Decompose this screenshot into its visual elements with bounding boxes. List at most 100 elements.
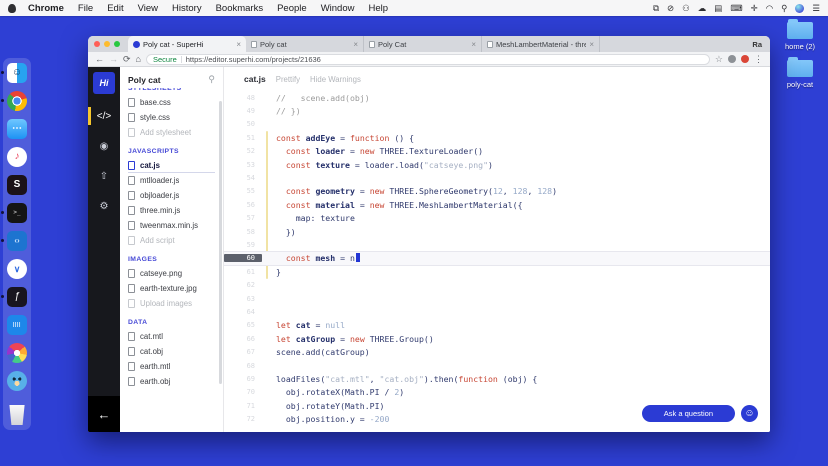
minimize-window-button[interactable] (104, 41, 110, 47)
preview-eye-icon[interactable]: ◉ (88, 132, 120, 160)
code-line[interactable]: 63 (224, 292, 770, 305)
code-line[interactable]: 54 (224, 171, 770, 184)
add-file-item-add-stylesheet[interactable]: Add stylesheet (128, 125, 215, 140)
code-editor[interactable]: 48// scene.add(obj) 49// }) 50 51 const addE… (224, 91, 770, 432)
apple-menu-icon[interactable] (8, 3, 16, 13)
notification-center-icon[interactable]: ☰ (812, 3, 820, 14)
file-item-cat-js[interactable]: cat.js (128, 158, 215, 173)
secure-badge[interactable]: Secure (153, 55, 177, 64)
menu-item-bookmarks[interactable]: Bookmarks (209, 3, 271, 14)
desktop-icon-home-2[interactable]: home (2) (785, 19, 815, 51)
menu-item-window[interactable]: Window (314, 3, 362, 14)
vscode-dock-icon[interactable]: ‹› (1, 231, 27, 251)
siri-icon[interactable] (795, 3, 805, 13)
file-item-catseye-png[interactable]: catseye.png (128, 266, 215, 281)
tab-close-icon[interactable]: × (589, 40, 594, 49)
menu-item-chrome[interactable]: Chrome (21, 3, 71, 14)
trash-dock-icon[interactable] (7, 405, 27, 425)
slack-dock-icon[interactable]: S (7, 175, 27, 195)
screen-mirroring-icon[interactable]: ⧉ (653, 3, 659, 14)
code-line[interactable]: 61} (224, 265, 770, 278)
figma-dock-icon[interactable]: ƒ (1, 287, 27, 307)
code-line[interactable]: 68 (224, 359, 770, 372)
code-editor-icon[interactable]: </> (88, 102, 120, 130)
intercom-dock-icon[interactable]: |||| (7, 315, 27, 335)
code-line[interactable]: 49// }) (224, 104, 770, 117)
menu-item-help[interactable]: Help (361, 3, 395, 14)
file-item-tweenmax-min-js[interactable]: tweenmax.min.js (128, 218, 215, 233)
zoom-window-button[interactable] (114, 41, 120, 47)
browser-profile-label[interactable]: Ra (752, 40, 762, 49)
forward-icon[interactable]: → (109, 54, 118, 64)
menu-item-people[interactable]: People (270, 3, 314, 14)
twitter-dock-icon[interactable] (7, 371, 27, 391)
sidebar-scrollbar[interactable] (219, 101, 222, 384)
file-item-earth-obj[interactable]: earth.obj (128, 374, 215, 389)
address-bar[interactable]: Secure https://editor.superhi.com/projec… (145, 53, 710, 65)
search-icon[interactable]: ⚲ (208, 74, 215, 85)
code-line[interactable]: 59 (224, 238, 770, 251)
extension-icon[interactable] (728, 55, 736, 63)
user-switch-icon[interactable]: ⚇ (682, 3, 690, 14)
prettify-button[interactable]: Prettify (276, 75, 300, 84)
display-icon[interactable]: ▤ (714, 3, 722, 14)
code-line[interactable]: 58 }) (224, 225, 770, 238)
file-item-three-min-js[interactable]: three.min.js (128, 203, 215, 218)
code-line[interactable]: 70 obj.rotateX(Math.PI / 2) (224, 386, 770, 399)
code-line[interactable]: 53 const texture = loader.load("catseye.… (224, 158, 770, 171)
code-line[interactable]: 51 const addEye = function () { (224, 131, 770, 144)
tab-close-icon[interactable]: × (471, 40, 476, 49)
music-dock-icon[interactable]: ♪ (7, 147, 27, 167)
mail-dock-icon[interactable]: ∨ (7, 259, 27, 279)
file-item-cat-mtl[interactable]: cat.mtl (128, 329, 215, 344)
code-line[interactable]: 55 const geometry = new THREE.SphereGeom… (224, 185, 770, 198)
code-line[interactable]: 57 map: texture (224, 212, 770, 225)
file-item-objloader-js[interactable]: objloader.js (128, 188, 215, 203)
file-item-earth-texture-jpg[interactable]: earth-texture.jpg (128, 281, 215, 296)
browser-tab-poly-cat-superhi[interactable]: Poly cat - SuperHi × (128, 36, 246, 52)
adblock-extension-icon[interactable] (741, 55, 749, 63)
menu-item-view[interactable]: View (131, 3, 165, 14)
sketch-dock-icon[interactable] (7, 343, 27, 363)
code-line[interactable]: 52 const loader = new THREE.TextureLoade… (224, 145, 770, 158)
home-icon[interactable]: ⌂ (136, 54, 141, 64)
settings-gear-icon[interactable]: ⚙ (88, 192, 120, 220)
back-arrow-button[interactable]: ← (88, 396, 120, 432)
browser-tab-meshlambertmaterial-threa[interactable]: MeshLambertMaterial - threa × (482, 36, 600, 52)
bookmark-star-icon[interactable]: ☆ (715, 54, 723, 65)
add-file-item-add-script[interactable]: Add script (128, 233, 215, 248)
code-line[interactable]: 50 (224, 118, 770, 131)
hide-warnings-button[interactable]: Hide Warnings (310, 75, 361, 84)
tab-close-icon[interactable]: × (353, 40, 358, 49)
ask-question-button[interactable]: Ask a question (641, 405, 735, 422)
code-line[interactable]: 69 loadFiles("cat.mtl", "cat.obj").then(f… (224, 372, 770, 385)
code-line[interactable]: 62 (224, 278, 770, 291)
code-line[interactable]: 67 scene.add(catGroup) (224, 345, 770, 358)
spotlight-icon[interactable]: ⚲ (781, 3, 787, 14)
menu-item-edit[interactable]: Edit (100, 3, 130, 14)
tab-close-icon[interactable]: × (236, 40, 241, 49)
refresh-icon[interactable]: ⟳ (123, 54, 131, 64)
keyboard-icon[interactable]: ⌨ (730, 3, 742, 14)
chrome-dock-icon[interactable] (1, 91, 27, 111)
code-line[interactable]: 48// scene.add(obj) (224, 91, 770, 104)
code-line[interactable]: 65 let cat = null (224, 319, 770, 332)
code-line[interactable]: 60 const mesh = n (224, 251, 770, 266)
active-file-tab[interactable]: cat.js (244, 74, 266, 84)
back-icon[interactable]: ← (95, 54, 104, 64)
terminal-dock-icon[interactable]: >_ (1, 203, 27, 223)
airplay-plus-icon[interactable]: ✛ (751, 3, 758, 14)
code-line[interactable]: 64 (224, 305, 770, 318)
menu-item-file[interactable]: File (71, 3, 100, 14)
url-text[interactable]: https://editor.superhi.com/projects/2163… (186, 55, 321, 64)
code-line[interactable]: 56 const material = new THREE.MeshLamber… (224, 198, 770, 211)
close-window-button[interactable] (94, 41, 100, 47)
share-upload-icon[interactable]: ⇧ (88, 162, 120, 190)
chat-smiley-button[interactable]: ☺ (741, 405, 758, 422)
file-item-cat-obj[interactable]: cat.obj (128, 344, 215, 359)
browser-menu-icon[interactable]: ⋮ (754, 54, 763, 65)
code-line[interactable]: 66 let catGroup = new THREE.Group() (224, 332, 770, 345)
wifi-icon[interactable]: ◠ (766, 3, 773, 14)
browser-tab-poly-cat[interactable]: Poly Cat × (364, 36, 482, 52)
file-item-style-css[interactable]: style.css (128, 110, 215, 125)
